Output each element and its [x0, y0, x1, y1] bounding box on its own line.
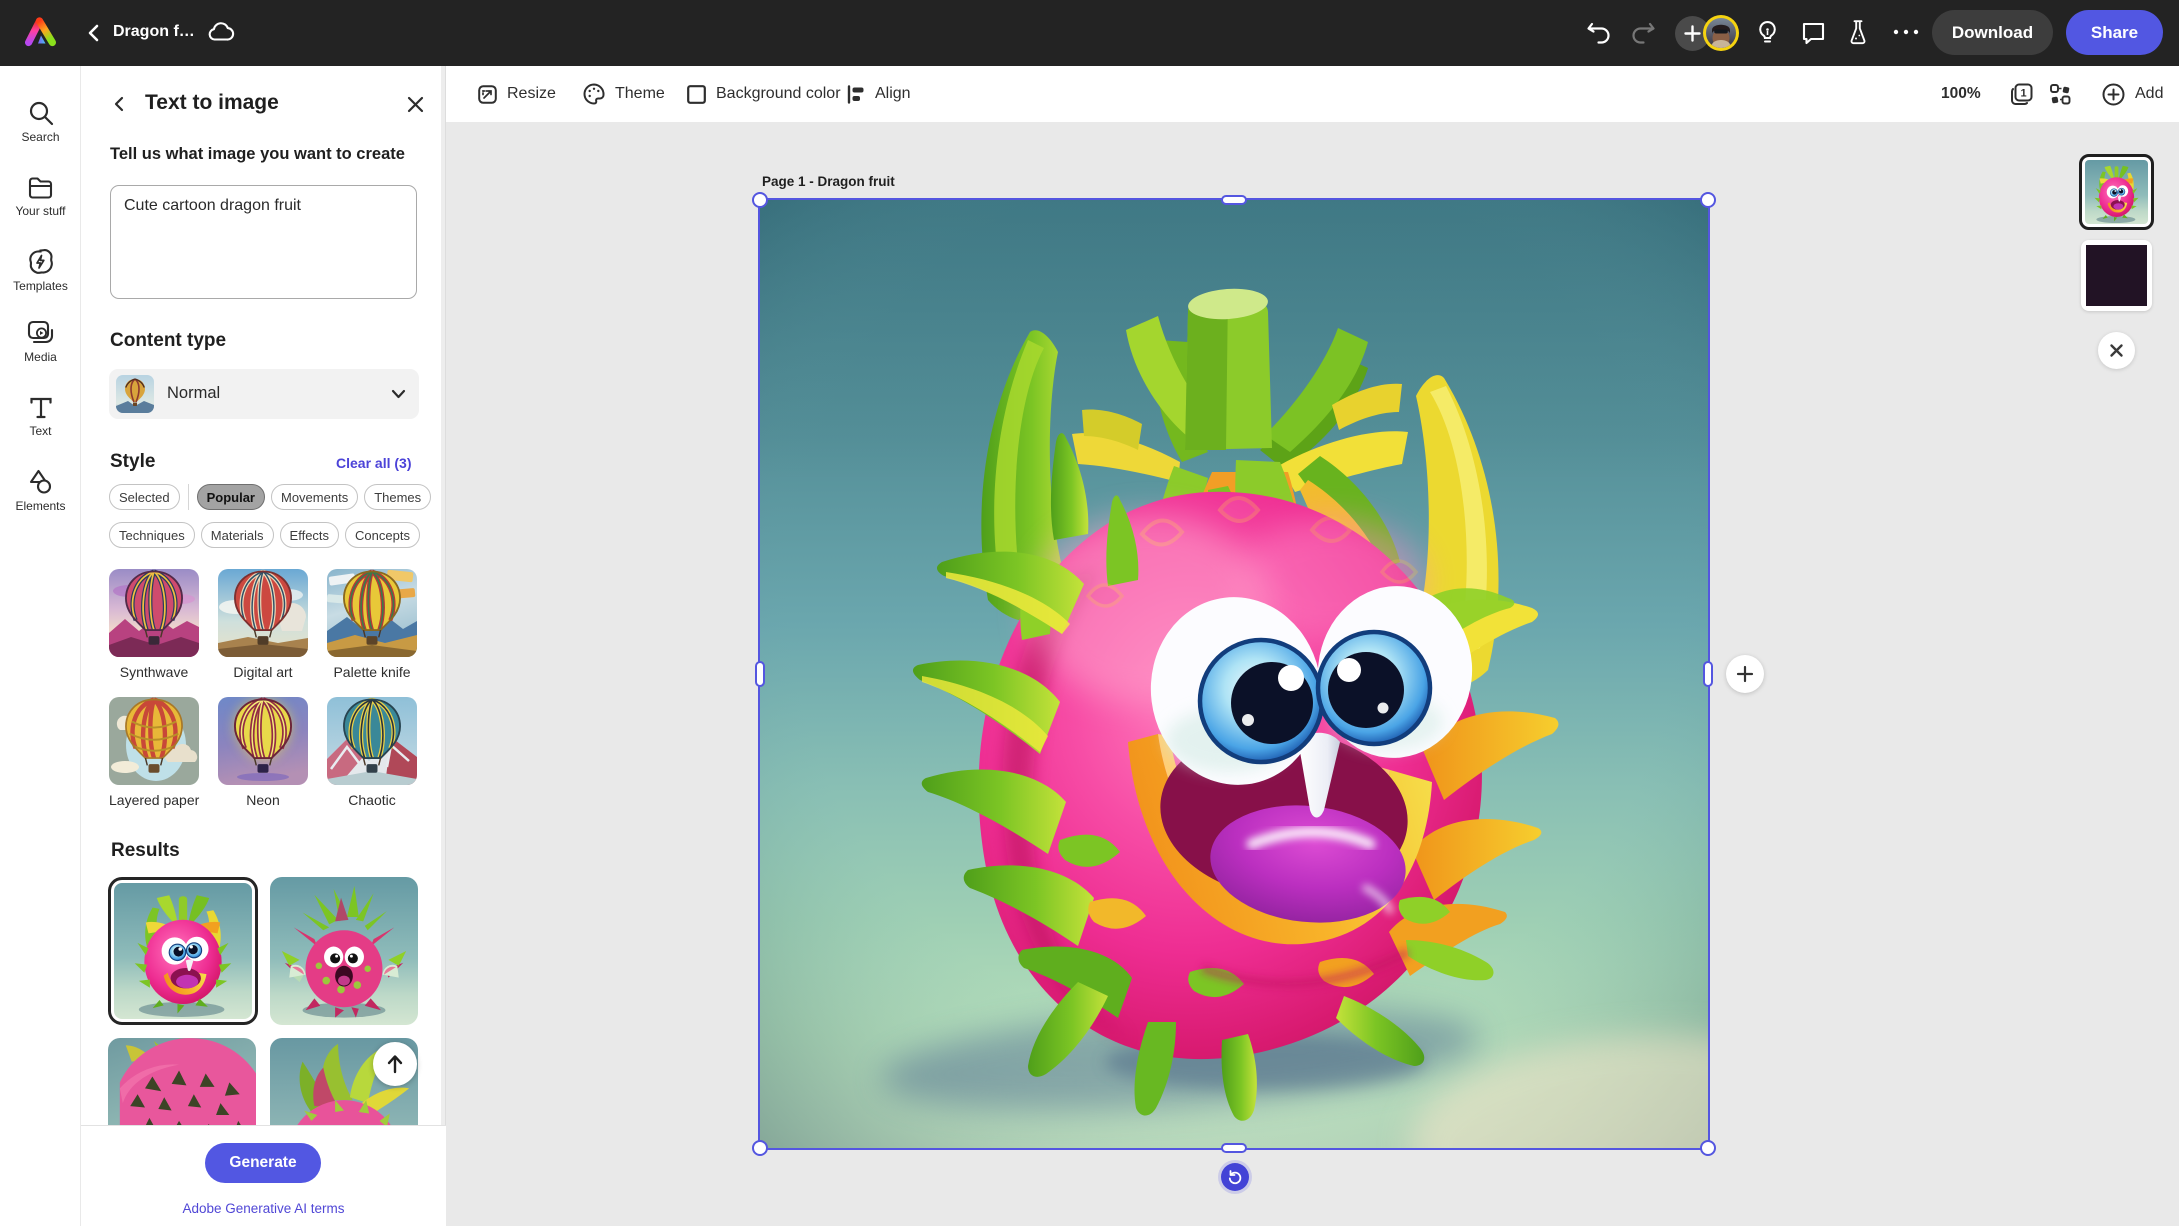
svg-text:1: 1: [2020, 88, 2026, 100]
